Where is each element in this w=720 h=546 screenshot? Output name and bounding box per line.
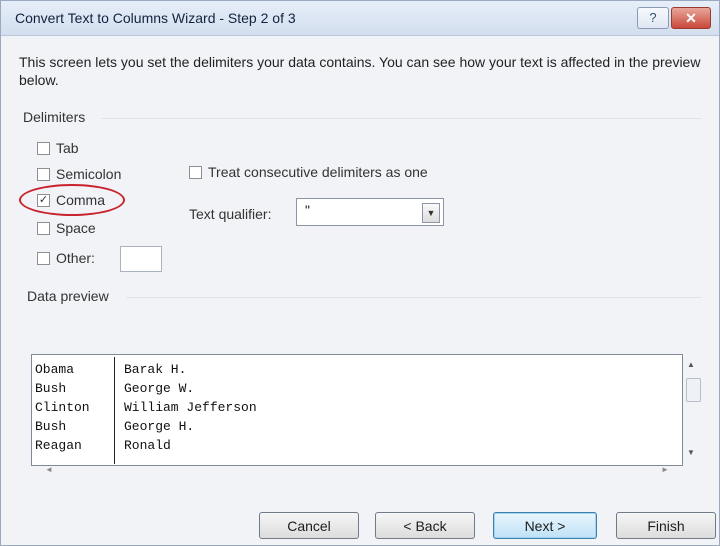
space-checkbox[interactable] <box>37 221 50 235</box>
preview-cell: Bush <box>35 419 67 434</box>
preview-row: Bush George W. <box>32 380 682 398</box>
preview-row: Bush George H. <box>32 418 682 436</box>
back-button[interactable]: < Back <box>375 512 475 539</box>
space-label: Space <box>56 220 96 236</box>
text-qualifier-value: " <box>305 202 310 218</box>
scroll-left-icon[interactable]: ◄ <box>45 465 53 474</box>
preview-cell: Obama <box>35 362 75 377</box>
tab-checkbox[interactable] <box>37 141 50 155</box>
preview-cell: Reagan <box>35 438 82 453</box>
semicolon-checkbox-row[interactable]: Semicolon <box>37 164 121 184</box>
preview-cell: Clinton <box>35 400 90 415</box>
help-button[interactable]: ? <box>637 7 669 29</box>
semicolon-label: Semicolon <box>56 166 122 182</box>
title-bar: Convert Text to Columns Wizard - Step 2 … <box>1 1 719 36</box>
preview-divider <box>126 297 701 298</box>
preview-cell: William Jefferson <box>124 400 257 415</box>
close-button[interactable]: ✕ <box>671 7 711 29</box>
consecutive-checkbox[interactable] <box>189 165 202 179</box>
cancel-button[interactable]: Cancel <box>259 512 359 539</box>
preview-cell: George H. <box>124 419 195 434</box>
dropdown-arrow-icon[interactable]: ▼ <box>422 203 440 223</box>
data-preview-grid[interactable]: Obama Barak H. Bush George W. Clinton Wi… <box>31 354 683 466</box>
delimiters-divider <box>101 118 701 119</box>
text-qualifier-select[interactable]: " ▼ <box>296 198 444 226</box>
comma-highlight-oval <box>19 184 125 216</box>
preview-vertical-scrollbar[interactable]: ▲ ▼ <box>683 354 701 464</box>
preview-horizontal-scrollbar[interactable]: ◄ ► <box>31 464 681 478</box>
other-label: Other: <box>56 250 95 266</box>
other-checkbox-row[interactable]: Other: <box>37 248 95 268</box>
consecutive-label: Treat consecutive delimiters as one <box>208 164 428 180</box>
scroll-right-icon[interactable]: ► <box>661 465 669 474</box>
vertical-scroll-thumb[interactable] <box>686 378 701 402</box>
space-checkbox-row[interactable]: Space <box>37 218 96 238</box>
semicolon-checkbox[interactable] <box>37 167 50 181</box>
window-title: Convert Text to Columns Wizard - Step 2 … <box>15 10 296 26</box>
wizard-dialog: Convert Text to Columns Wizard - Step 2 … <box>0 0 720 546</box>
other-checkbox[interactable] <box>37 251 50 265</box>
consecutive-checkbox-row[interactable]: Treat consecutive delimiters as one <box>189 162 428 182</box>
scroll-down-icon[interactable]: ▼ <box>687 448 695 457</box>
preview-row: Obama Barak H. <box>32 361 682 379</box>
finish-button[interactable]: Finish <box>616 512 716 539</box>
next-button[interactable]: Next > <box>493 512 597 539</box>
instructions-text: This screen lets you set the delimiters … <box>19 54 701 88</box>
preview-cell: George W. <box>124 381 195 396</box>
tab-label: Tab <box>56 140 79 156</box>
preview-cell: Bush <box>35 381 67 396</box>
text-qualifier-label: Text qualifier: <box>189 206 272 222</box>
other-delimiter-input[interactable] <box>120 246 162 272</box>
preview-cell: Ronald <box>124 438 171 453</box>
delimiters-label: Delimiters <box>23 109 86 125</box>
preview-row: Reagan Ronald <box>32 437 682 455</box>
preview-row: Clinton William Jefferson <box>32 399 682 417</box>
scroll-up-icon[interactable]: ▲ <box>687 360 695 369</box>
tab-checkbox-row[interactable]: Tab <box>37 138 79 158</box>
data-preview-label: Data preview <box>27 288 109 304</box>
preview-cell: Barak H. <box>124 362 187 377</box>
